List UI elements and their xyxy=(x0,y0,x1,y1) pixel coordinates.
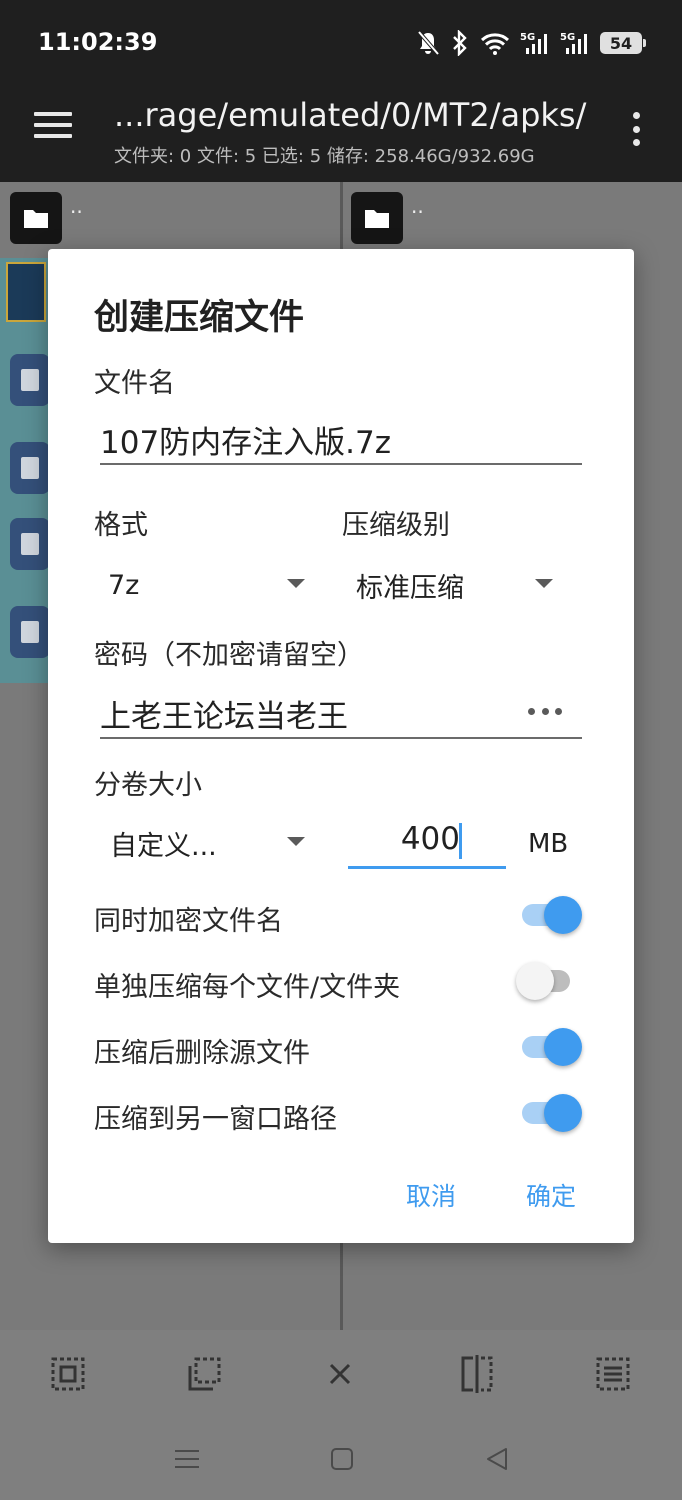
status-icons: 5G 5G 54 xyxy=(416,30,646,56)
home-icon xyxy=(331,1448,353,1470)
nav-home-button[interactable] xyxy=(327,1444,357,1474)
filename-field[interactable]: 107防内存注入版.7z xyxy=(100,415,582,465)
show-password-icon[interactable] xyxy=(528,705,562,717)
back-icon xyxy=(487,1448,507,1470)
delete-source-label: 压缩后删除源文件 xyxy=(94,1038,310,1069)
compress-to-other-pane-label: 压缩到另一窗口路径 xyxy=(94,1104,337,1135)
format-select[interactable]: 7z xyxy=(108,565,308,605)
menu-icon-bar xyxy=(34,134,72,138)
file-icon[interactable] xyxy=(10,606,50,658)
split-view-button[interactable] xyxy=(457,1354,497,1394)
list-select-icon xyxy=(596,1357,630,1391)
select-inverse-button[interactable] xyxy=(184,1354,224,1394)
format-value: 7z xyxy=(108,569,140,601)
nav-recents-button[interactable] xyxy=(172,1444,202,1474)
delete-source-switch[interactable] xyxy=(520,1027,584,1067)
path-summary: 文件夹: 0 文件: 5 已选: 5 储存: 258.46G/932.69G xyxy=(114,146,535,167)
top-bar: 11:02:39 5G 5G 54 ...rage/emulated/0/MT2… xyxy=(0,0,682,182)
list-select-button[interactable] xyxy=(593,1354,633,1394)
text-cursor xyxy=(459,823,462,859)
clear-selection-button[interactable] xyxy=(320,1354,360,1394)
file-icon[interactable] xyxy=(10,442,50,494)
chevron-down-icon xyxy=(287,579,305,588)
file-icon[interactable] xyxy=(10,354,50,406)
net-label-1: 5G xyxy=(520,32,535,43)
compress-each-separately-label: 单独压缩每个文件/文件夹 xyxy=(94,972,401,1003)
wifi-icon xyxy=(480,33,510,55)
folder-icon xyxy=(24,210,48,228)
menu-icon xyxy=(175,1450,199,1468)
volume-size-input[interactable]: 400 xyxy=(348,817,506,869)
filename-label: 文件名 xyxy=(94,368,175,399)
compression-level-select[interactable]: 标准压缩 xyxy=(356,565,556,605)
close-icon xyxy=(329,1363,351,1385)
signal-icon-sim1: 5G xyxy=(520,32,547,54)
volume-size-value: 400 xyxy=(400,821,460,857)
volume-unit: MB xyxy=(528,829,569,859)
folder-icon xyxy=(365,210,389,228)
more-icon-dot xyxy=(632,139,640,146)
apk-thumbnail[interactable] xyxy=(6,262,46,322)
left-parent-label: ·· xyxy=(70,200,83,224)
mute-icon xyxy=(417,30,440,56)
current-path: ...rage/emulated/0/MT2/apks/ xyxy=(114,96,587,134)
dialog-title: 创建压缩文件 xyxy=(94,298,305,338)
left-parent-folder-icon[interactable] xyxy=(10,192,62,244)
menu-icon-bar xyxy=(34,123,72,127)
more-options-button[interactable] xyxy=(630,112,642,146)
select-all-icon xyxy=(51,1357,85,1391)
right-parent-label: ·· xyxy=(411,200,424,224)
signal-icon-sim2: 5G xyxy=(560,32,587,54)
password-field[interactable]: 上老王论坛当老王 xyxy=(100,687,582,739)
status-time: 11:02:39 xyxy=(38,28,158,56)
encrypt-filenames-switch[interactable] xyxy=(520,895,584,935)
password-label: 密码（不加密请留空） xyxy=(94,640,364,671)
more-icon-dot xyxy=(632,112,640,119)
cancel-button[interactable]: 取消 xyxy=(406,1177,456,1213)
select-inverse-icon xyxy=(188,1357,221,1391)
select-all-button[interactable] xyxy=(48,1354,88,1394)
create-archive-dialog: 创建压缩文件 文件名 107防内存注入版.7z 格式 压缩级别 7z 标准压缩 … xyxy=(48,249,634,1243)
more-icon-dot xyxy=(632,125,640,133)
compress-to-other-pane-switch[interactable] xyxy=(520,1093,584,1133)
chevron-down-icon xyxy=(287,837,305,846)
net-label-2: 5G xyxy=(560,32,575,43)
ok-button[interactable]: 确定 xyxy=(526,1177,576,1213)
battery-icon: 54 xyxy=(600,32,646,54)
menu-icon-bar xyxy=(34,112,72,116)
volume-mode-value: 自定义... xyxy=(110,830,217,862)
bluetooth-icon xyxy=(453,30,467,56)
volume-size-label: 分卷大小 xyxy=(94,770,202,801)
compress-each-separately-switch[interactable] xyxy=(516,961,584,1001)
compression-level-value: 标准压缩 xyxy=(356,572,464,604)
format-label: 格式 xyxy=(94,510,148,541)
password-value: 上老王论坛当老王 xyxy=(100,699,348,735)
file-icon[interactable] xyxy=(10,518,50,570)
right-parent-folder-icon[interactable] xyxy=(351,192,403,244)
menu-button[interactable] xyxy=(34,112,72,142)
encrypt-filenames-label: 同时加密文件名 xyxy=(94,906,283,937)
split-view-icon xyxy=(461,1355,493,1393)
filename-value: 107防内存注入版.7z xyxy=(100,425,392,461)
chevron-down-icon xyxy=(535,579,553,588)
nav-back-button[interactable] xyxy=(482,1444,512,1474)
volume-mode-select[interactable]: 自定义... xyxy=(110,823,310,863)
compression-level-label: 压缩级别 xyxy=(342,510,450,541)
